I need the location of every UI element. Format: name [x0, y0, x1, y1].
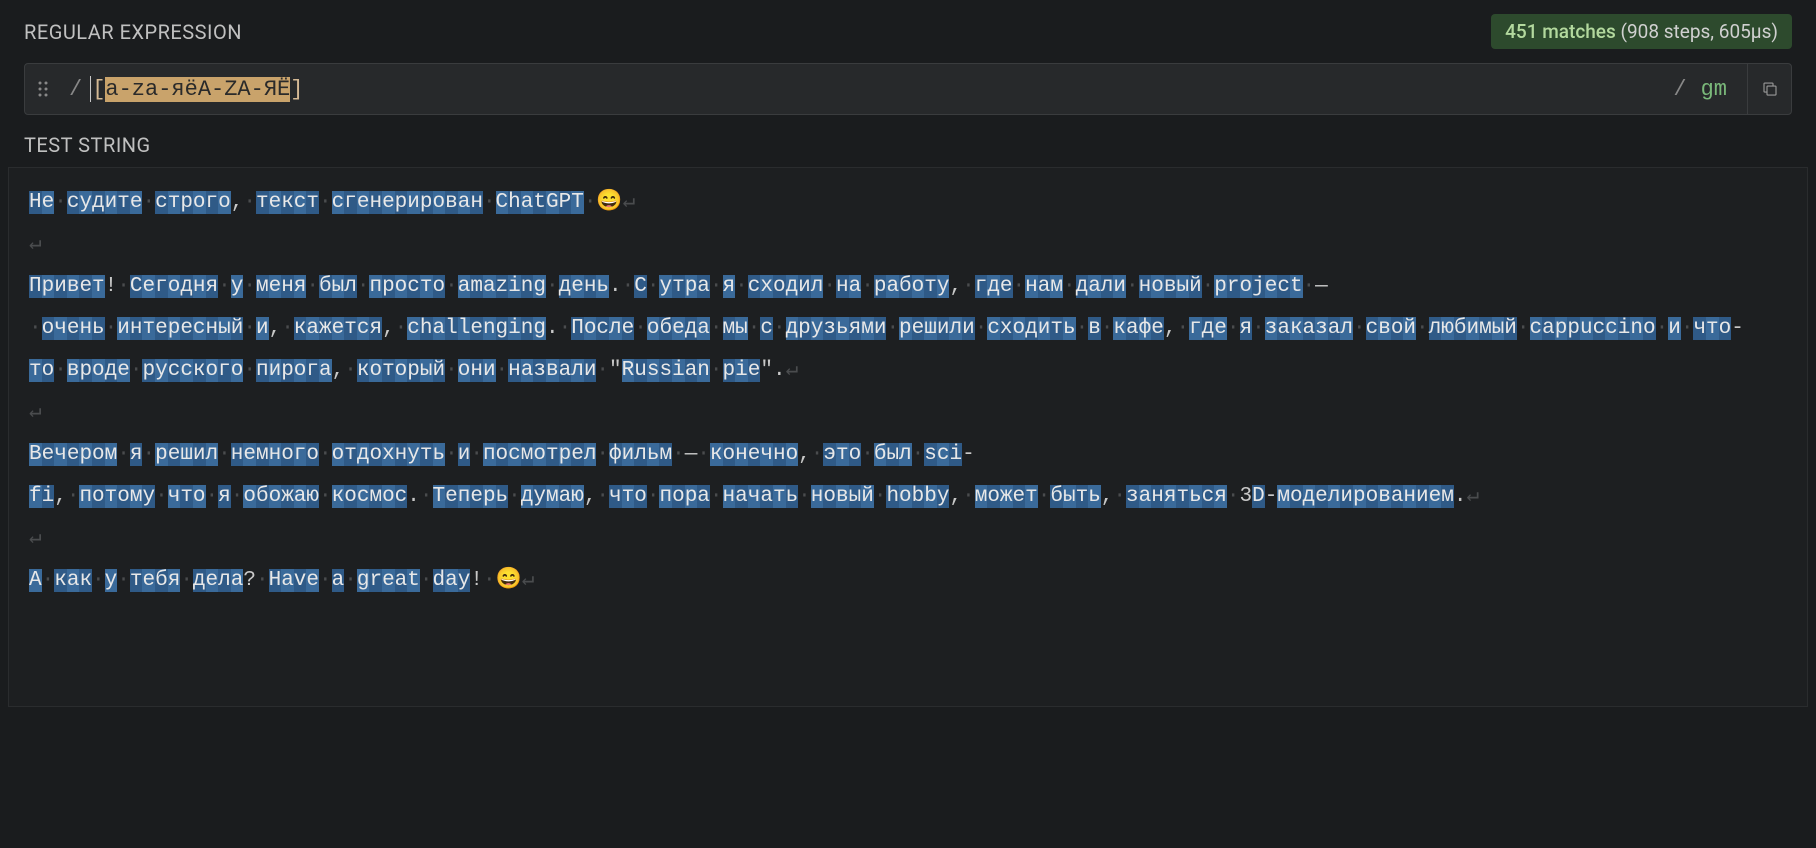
regex-section-header: REGULAR EXPRESSION 451 matches (908 step… [0, 0, 1816, 57]
test-section-title: TEST STRING [0, 133, 1816, 167]
regex-input-row: / [a-za-яёA-ZA-ЯЁ] / gm [24, 63, 1792, 115]
test-string-area[interactable]: Не·судите·строго,·текст·сгенерирован·Cha… [8, 167, 1808, 707]
regex-open-delimiter: / [61, 77, 90, 102]
regex-close-delimiter: / [1665, 77, 1694, 102]
regex-section-title: REGULAR EXPRESSION [24, 20, 242, 44]
drag-handle-icon[interactable] [25, 79, 61, 99]
match-count: 451 matches [1505, 20, 1616, 43]
match-info-badge: 451 matches (908 steps, 605µs) [1491, 14, 1792, 49]
copy-icon [1761, 80, 1779, 98]
regex-flags[interactable]: gm [1695, 77, 1747, 102]
copy-regex-button[interactable] [1747, 64, 1791, 114]
match-detail: (908 steps, 605µs) [1620, 20, 1778, 43]
regex-pattern-input[interactable]: [a-za-яёA-ZA-ЯЁ] [90, 76, 1665, 102]
